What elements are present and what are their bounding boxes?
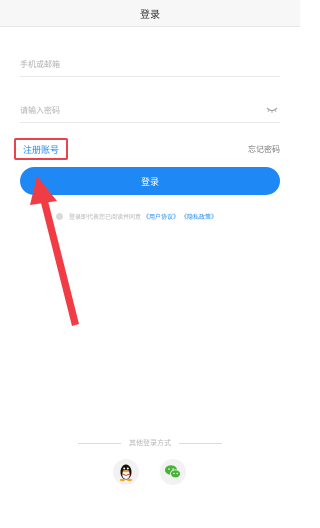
annotation-arrow — [30, 176, 79, 326]
agreement-checkbox[interactable] — [56, 212, 63, 220]
wechat-icon — [165, 465, 181, 479]
divider-line-right — [179, 442, 222, 444]
other-login-divider: 其他登录方式 — [78, 438, 222, 448]
page-title: 登录 — [140, 9, 160, 21]
other-login-label: 其他登录方式 — [129, 439, 171, 447]
login-button[interactable]: 登录 — [20, 167, 280, 195]
user-agreement-link[interactable]: 《用户协议》 — [143, 212, 179, 221]
account-input[interactable] — [20, 59, 250, 69]
qq-icon — [120, 464, 132, 482]
wechat-login-button[interactable] — [160, 459, 186, 485]
agreement-row: 登录即代表您已阅读并同意 《用户协议》 《隐私政策》 — [56, 210, 217, 222]
privacy-policy-link[interactable]: 《隐私政策》 — [181, 212, 217, 221]
eye-off-icon[interactable] — [266, 106, 278, 114]
password-field[interactable] — [20, 98, 280, 123]
agreement-text: 登录即代表您已阅读并同意 — [69, 213, 142, 221]
account-field[interactable] — [20, 52, 280, 77]
forgot-password-link[interactable]: 忘记密码 — [248, 144, 280, 155]
register-label[interactable]: 注册账号 — [23, 143, 59, 156]
qq-login-button[interactable] — [113, 459, 139, 485]
password-input[interactable] — [20, 105, 250, 115]
register-link[interactable]: 注册账号 — [14, 138, 68, 160]
title-bar: 登录 — [0, 0, 300, 27]
divider-line-left — [78, 442, 121, 444]
